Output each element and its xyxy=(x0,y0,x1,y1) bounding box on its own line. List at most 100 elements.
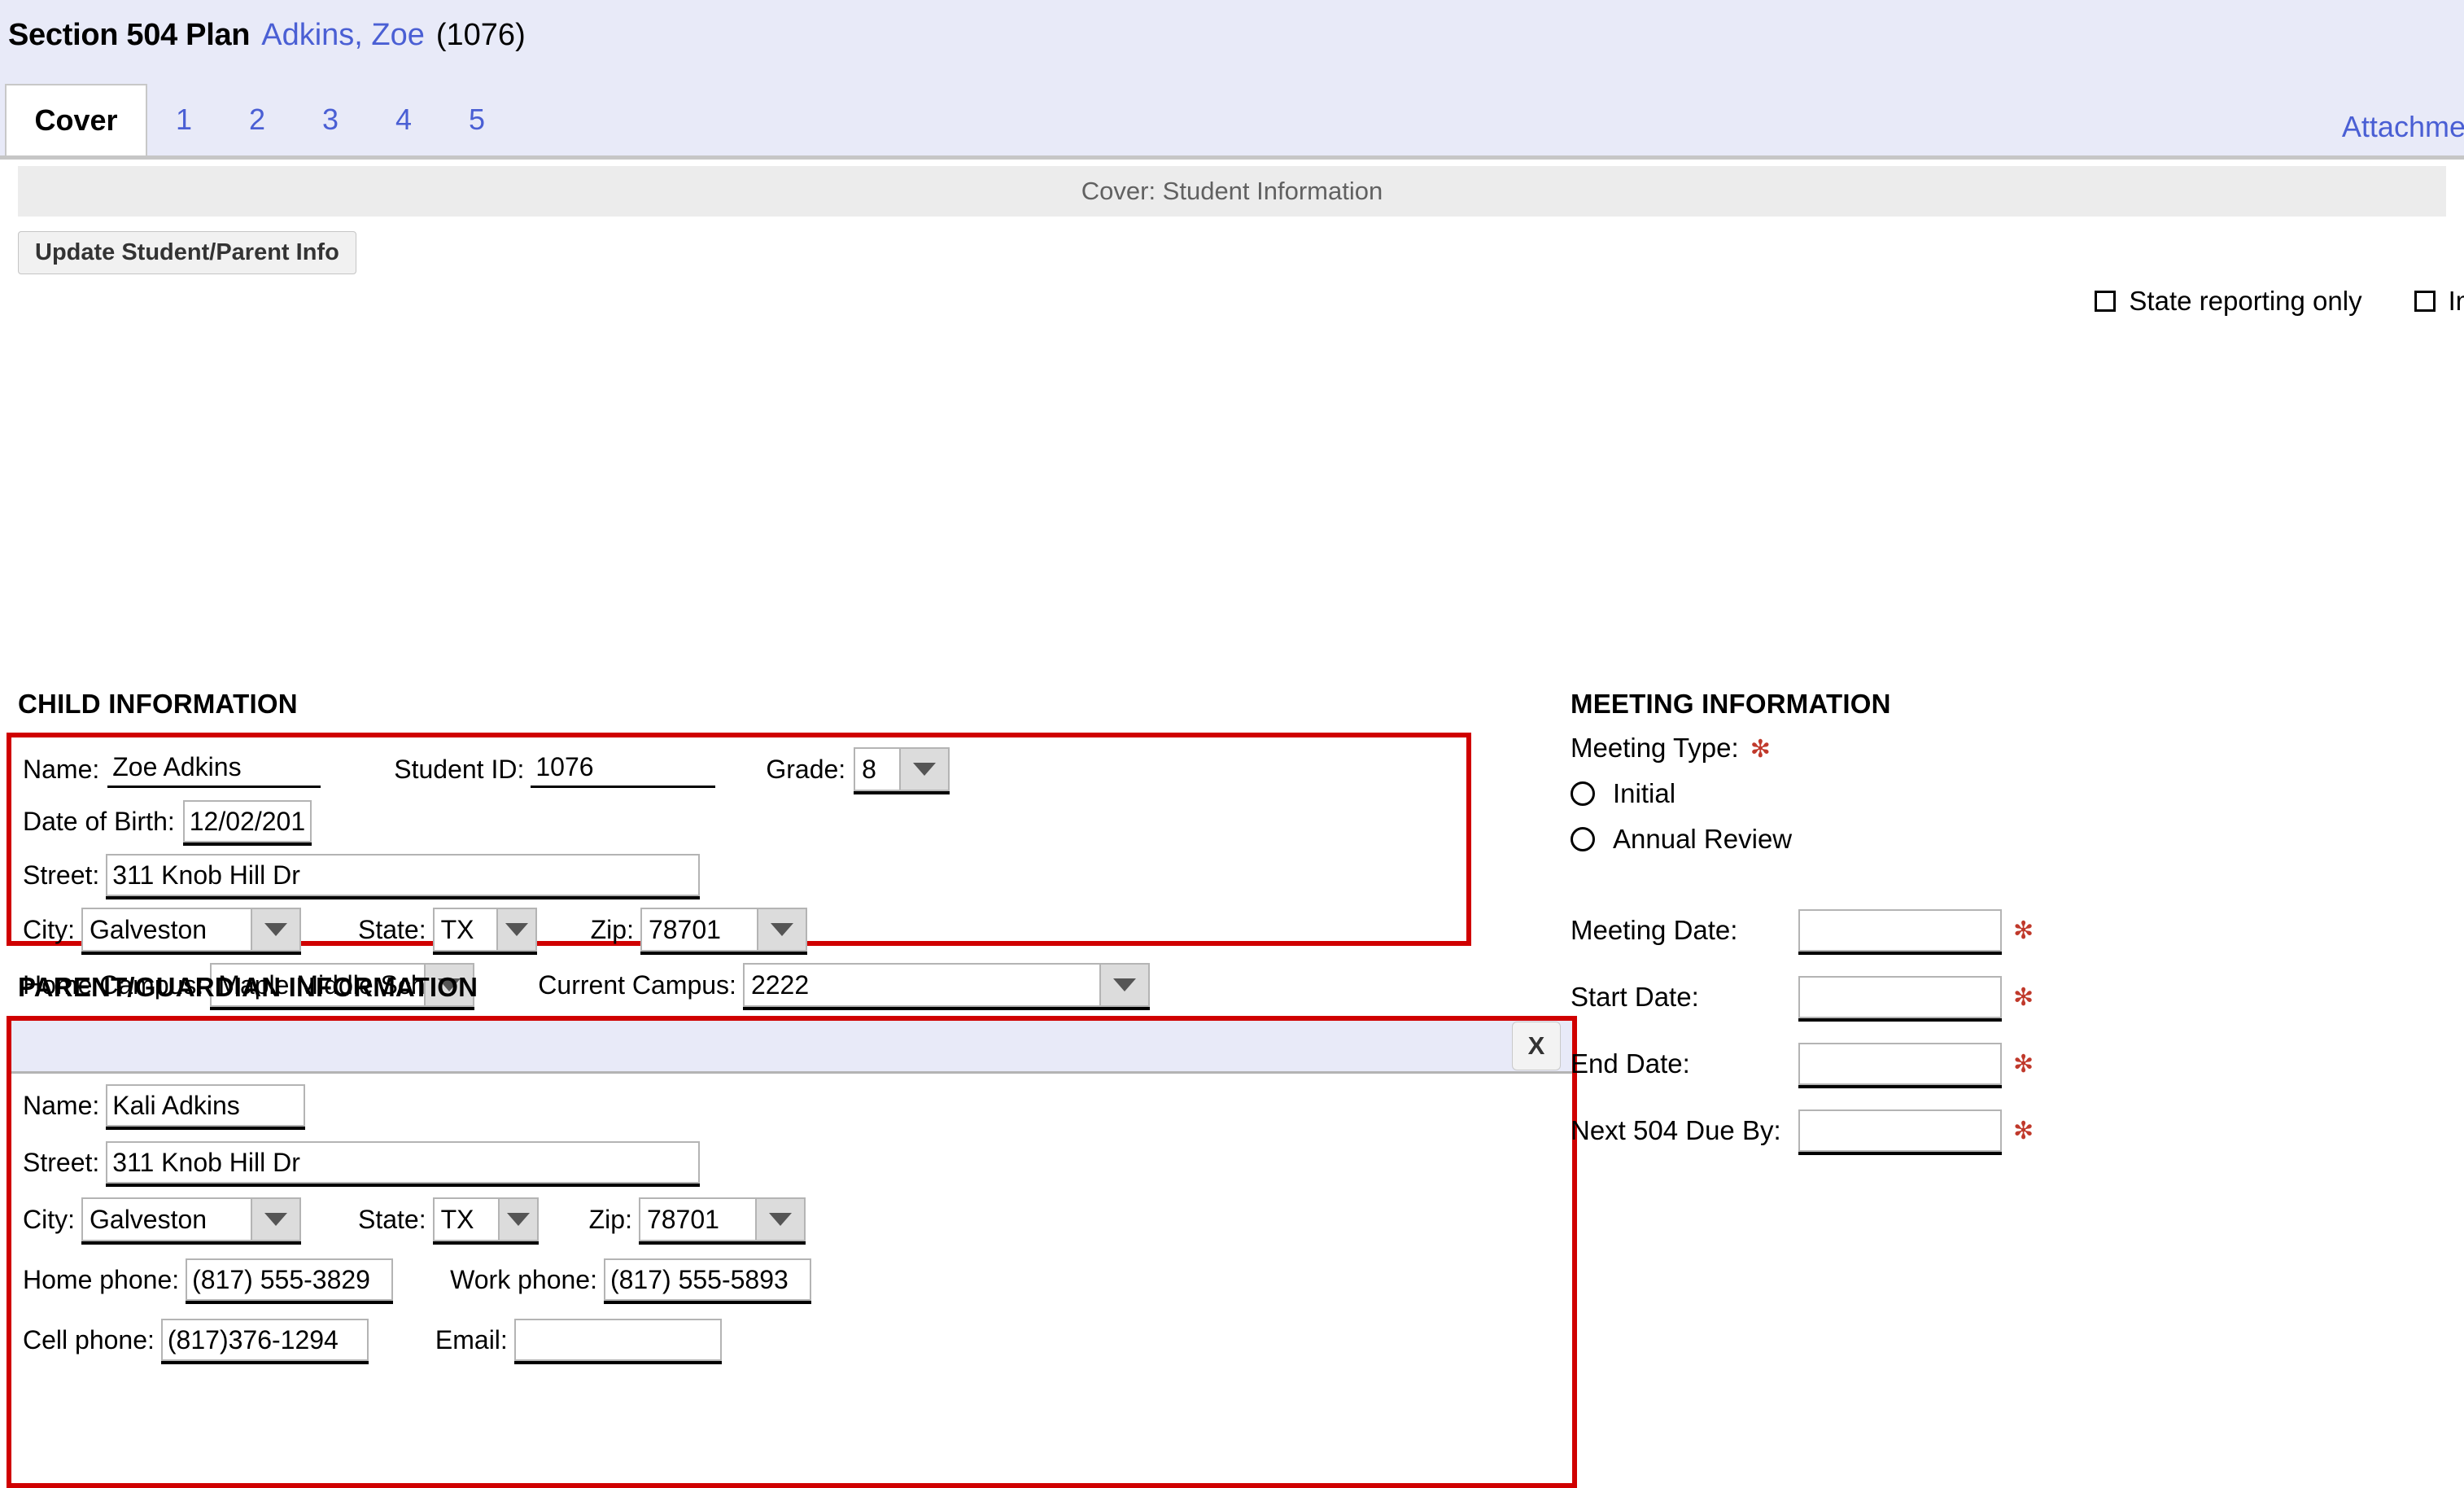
tab-3[interactable]: 3 xyxy=(294,84,367,155)
meeting-type-label-row: Meeting Type: ✻ xyxy=(1571,733,2464,764)
tabstrip: Cover 1 2 3 4 5 Attachments xyxy=(0,81,2464,155)
child-name-row: Name: Student ID: Grade: 8 xyxy=(11,744,1466,794)
cell-phone-input[interactable] xyxy=(160,1319,369,1361)
end-date-input[interactable] xyxy=(1798,1043,2002,1085)
parent-name-row: Name: xyxy=(11,1082,1572,1129)
tab-4[interactable]: 4 xyxy=(367,84,440,155)
parent-city-select[interactable]: Galveston xyxy=(81,1197,301,1241)
radio-meeting-type-initial[interactable]: Initial xyxy=(1571,778,2464,809)
radio-circle-icon[interactable] xyxy=(1571,781,1595,806)
parent-city-label: City: xyxy=(23,1204,75,1234)
current-campus-select-value: 2222 xyxy=(744,965,1099,1005)
parent-phone-row: Home phone: Work phone: xyxy=(11,1256,1572,1303)
zip-select-value: 78701 xyxy=(641,909,757,950)
chevron-down-icon[interactable] xyxy=(251,1199,299,1240)
meeting-date-row: Meeting Date: ✻ xyxy=(1571,897,2464,964)
parent-cell-email-row: Cell phone: Email: xyxy=(11,1316,1572,1363)
street-input[interactable] xyxy=(106,854,701,896)
meeting-type-block: Meeting Type: ✻ Initial Annual Review xyxy=(1571,733,2464,855)
section-bar: Cover: Student Information xyxy=(18,166,2446,217)
meeting-date-label: Meeting Date: xyxy=(1571,915,1738,945)
grade-select-value: 8 xyxy=(855,749,900,790)
required-marker: ✻ xyxy=(2013,983,2034,1011)
chevron-down-icon[interactable] xyxy=(1099,965,1148,1005)
email-input[interactable] xyxy=(513,1319,722,1361)
dob-input[interactable] xyxy=(182,800,312,842)
chevron-down-icon[interactable] xyxy=(756,909,806,950)
required-marker: ✻ xyxy=(2013,1117,2034,1144)
parent-information-box: X Name: Street: City: Galveston State: T… xyxy=(7,1016,1577,1488)
dob-label: Date of Birth: xyxy=(23,806,175,836)
parent-street-input[interactable] xyxy=(106,1141,701,1184)
parent-name-input[interactable] xyxy=(106,1084,306,1127)
parent-zip-select-value: 78701 xyxy=(640,1199,755,1240)
parent-street-row: Street: xyxy=(11,1139,1572,1186)
main-content: CHILD INFORMATION Name: Student ID: Grad… xyxy=(0,295,2464,1488)
student-id-text: (1076) xyxy=(435,18,526,52)
state-select[interactable]: TX xyxy=(432,908,537,952)
update-student-parent-info-button[interactable]: Update Student/Parent Info xyxy=(18,231,356,274)
left-column: CHILD INFORMATION Name: Student ID: Grad… xyxy=(0,689,1577,1488)
next-504-due-by-row: Next 504 Due By: ✻ xyxy=(1571,1097,2464,1164)
end-date-row: End Date: ✻ xyxy=(1571,1031,2464,1097)
parent-zip-select[interactable]: 78701 xyxy=(638,1197,806,1241)
parent-street-label: Street: xyxy=(23,1147,100,1177)
student-name-link[interactable]: Adkins, Zoe xyxy=(261,18,425,53)
required-marker: ✻ xyxy=(2013,917,2034,944)
title-row: Section 504 Plan Adkins, Zoe (1076) xyxy=(0,0,2464,53)
start-date-label: Start Date: xyxy=(1571,982,1699,1012)
grade-label: Grade: xyxy=(766,754,846,784)
student-id-label: Student ID: xyxy=(394,754,525,784)
grade-select[interactable]: 8 xyxy=(854,747,950,791)
zip-select[interactable]: 78701 xyxy=(640,908,807,952)
meeting-date-input[interactable] xyxy=(1798,909,2002,952)
current-campus-select[interactable]: 2222 xyxy=(742,963,1150,1007)
radio-meeting-type-annual-review[interactable]: Annual Review xyxy=(1571,824,2464,855)
radio-label: Annual Review xyxy=(1613,824,1793,854)
email-label: Email: xyxy=(435,1324,508,1355)
student-id-input[interactable] xyxy=(531,751,716,788)
state-select-value: TX xyxy=(434,909,496,950)
parent-zip-label: Zip: xyxy=(588,1204,632,1234)
remove-parent-button[interactable]: X xyxy=(1512,1022,1561,1070)
child-dob-row: Date of Birth: xyxy=(11,799,1466,843)
tab-cover[interactable]: Cover xyxy=(5,84,147,155)
home-phone-input[interactable] xyxy=(186,1258,394,1301)
radio-circle-icon[interactable] xyxy=(1571,827,1595,851)
radio-label: Initial xyxy=(1613,778,1676,808)
parent-name-label: Name: xyxy=(23,1090,100,1120)
meeting-type-label: Meeting Type: xyxy=(1571,733,1739,763)
city-label: City: xyxy=(23,914,75,944)
state-label: State: xyxy=(358,914,426,944)
parent-state-select[interactable]: TX xyxy=(432,1197,539,1241)
start-date-input[interactable] xyxy=(1798,976,2002,1018)
parent-state-select-value: TX xyxy=(434,1199,498,1240)
chevron-down-icon[interactable] xyxy=(251,909,299,950)
work-phone-input[interactable] xyxy=(603,1258,811,1301)
chevron-down-icon[interactable] xyxy=(754,1199,804,1240)
chevron-down-icon[interactable] xyxy=(497,1199,537,1240)
child-name-input[interactable] xyxy=(107,751,321,788)
tab-5[interactable]: 5 xyxy=(440,84,513,155)
city-select[interactable]: Galveston xyxy=(81,908,301,952)
meeting-dates-block: Meeting Date: ✻ Start Date: ✻ End Date: … xyxy=(1571,897,2464,1164)
home-phone-label: Home phone: xyxy=(23,1264,180,1294)
cell-phone-label: Cell phone: xyxy=(23,1324,155,1355)
street-label: Street: xyxy=(23,860,100,890)
attachments-link[interactable]: Attachments xyxy=(2342,110,2464,144)
tab-2[interactable]: 2 xyxy=(221,84,294,155)
tab-1[interactable]: 1 xyxy=(147,84,221,155)
page-title: Section 504 Plan xyxy=(8,18,251,52)
end-date-label: End Date: xyxy=(1571,1048,1690,1079)
chevron-down-icon[interactable] xyxy=(496,909,535,950)
zip-label: Zip: xyxy=(590,914,634,944)
parent-card-header: X xyxy=(11,1021,1572,1074)
next-504-due-by-input[interactable] xyxy=(1798,1109,2002,1152)
child-street-row: Street: xyxy=(11,853,1466,897)
chevron-down-icon[interactable] xyxy=(899,749,949,790)
meeting-information-heading: MEETING INFORMATION xyxy=(1571,689,1891,719)
city-select-value: Galveston xyxy=(83,909,251,950)
right-column: MEETING INFORMATION Meeting Type: ✻ Init… xyxy=(1571,689,2464,1164)
parent-city-row: City: Galveston State: TX Zip: 78701 xyxy=(11,1196,1572,1243)
child-city-row: City: Galveston State: TX Zip: 78701 xyxy=(11,907,1466,952)
